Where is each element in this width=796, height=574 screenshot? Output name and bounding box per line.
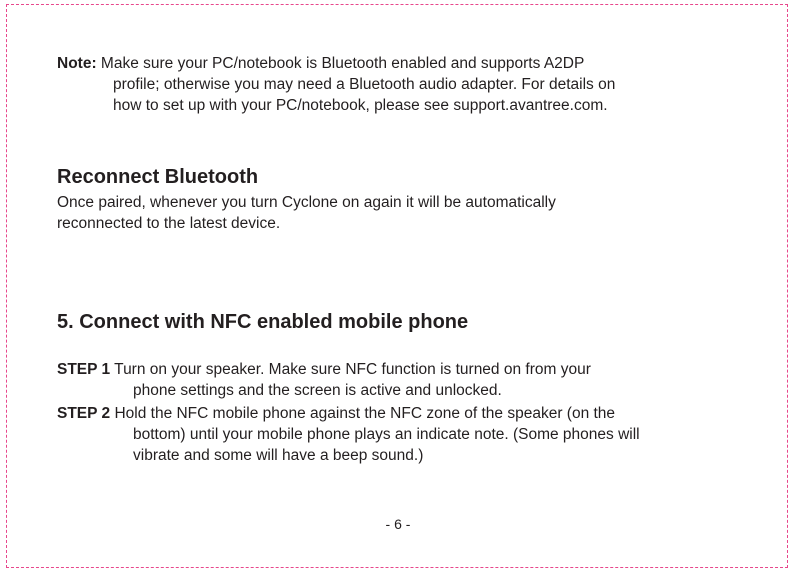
note-block: Note: Make sure your PC/notebook is Blue… — [57, 53, 747, 116]
page-number: - 6 - — [385, 516, 411, 532]
step-item: STEP 2 Hold the NFC mobile phone against… — [57, 403, 757, 466]
step-text-line: bottom) until your mobile phone plays an… — [133, 426, 640, 443]
nfc-section-heading: 5. Connect with NFC enabled mobile phone — [57, 311, 469, 333]
note-text-line: Make sure your PC/notebook is Bluetooth … — [100, 55, 585, 72]
step-text-line: Turn on your speaker. Make sure NFC func… — [114, 361, 591, 378]
reconnect-text-line: Once paired, whenever you turn Cyclone o… — [57, 194, 556, 211]
step-text-line: phone settings and the screen is active … — [133, 382, 502, 399]
step-label: STEP 2 — [57, 405, 111, 422]
reconnect-body: Once paired, whenever you turn Cyclone o… — [57, 192, 747, 234]
note-text-line: how to set up with your PC/notebook, ple… — [113, 97, 608, 114]
reconnect-text-line: reconnected to the latest device. — [57, 215, 281, 232]
reconnect-heading: Reconnect Bluetooth — [57, 166, 259, 188]
step-text-line: Hold the NFC mobile phone against the NF… — [114, 405, 616, 422]
note-label: Note: — [57, 55, 97, 72]
manual-page: { "note": { "label": "Note:", "line1": "… — [0, 0, 796, 574]
step-item: STEP 1 Turn on your speaker. Make sure N… — [57, 359, 757, 401]
step-label: STEP 1 — [57, 361, 111, 378]
step-text-line: vibrate and some will have a beep sound.… — [133, 447, 424, 464]
note-text-line: profile; otherwise you may need a Blueto… — [113, 76, 616, 93]
